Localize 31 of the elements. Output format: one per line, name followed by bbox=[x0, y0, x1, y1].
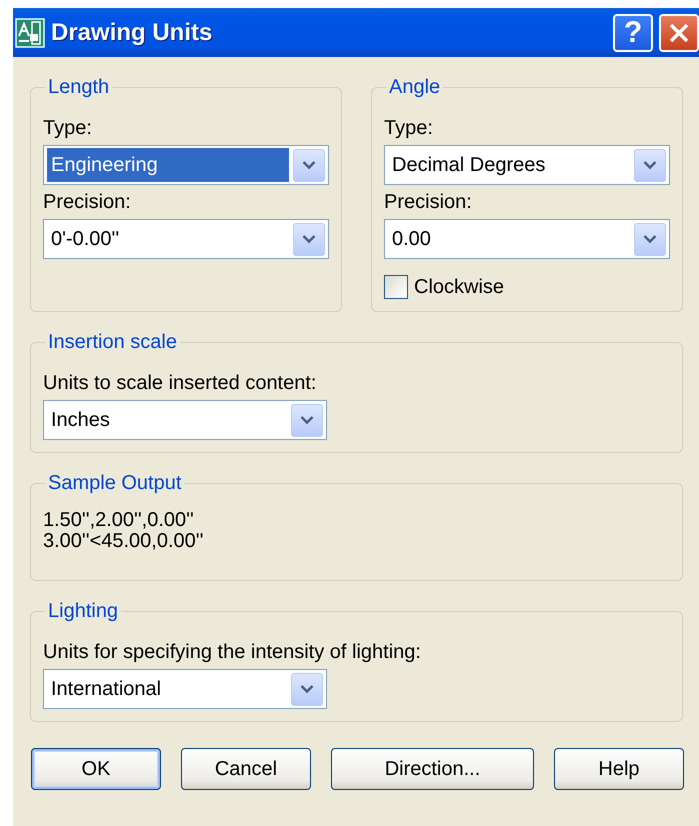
checkbox-label: Clockwise bbox=[414, 276, 504, 298]
dropdown[interactable]: 0'-0.00'' bbox=[43, 219, 329, 259]
field-label: Units to scale inserted content: bbox=[43, 372, 318, 395]
dropdown[interactable]: Decimal Degrees bbox=[384, 145, 670, 185]
dropdown-value: 0'-0.00'' bbox=[50, 226, 120, 252]
field-label: Units for specifying the intensity of lighting: bbox=[43, 641, 422, 664]
dialog-button[interactable]: Cancel bbox=[181, 748, 311, 790]
field-label: Type: bbox=[384, 117, 434, 140]
field-label: Precision: bbox=[43, 191, 132, 214]
close-icon bbox=[668, 22, 690, 44]
dropdown-value: Inches bbox=[50, 408, 111, 432]
dropdown-value: 0.00 bbox=[391, 226, 432, 252]
dialog-button[interactable]: Direction... bbox=[331, 748, 534, 790]
dropdown[interactable]: International bbox=[43, 669, 327, 709]
dropdown-value: Engineering bbox=[47, 148, 289, 182]
dropdown-value: Decimal Degrees bbox=[391, 152, 546, 178]
field-label: Precision: bbox=[384, 191, 473, 214]
app-icon bbox=[15, 18, 45, 48]
dropdown[interactable]: Engineering bbox=[43, 145, 329, 185]
dialog-button[interactable]: Help bbox=[554, 748, 684, 790]
dropdown-value: International bbox=[50, 676, 162, 702]
help-button[interactable]: ? bbox=[613, 14, 653, 52]
sample-output-line: 1.50'',2.00'',0.00'' bbox=[43, 510, 195, 531]
field-label: Type: bbox=[43, 117, 93, 140]
clockwise-checkbox[interactable] bbox=[384, 275, 408, 299]
close-button[interactable] bbox=[659, 14, 699, 52]
dropdown[interactable]: 0.00 bbox=[384, 219, 670, 259]
sample-output-line: 3.00''<45.00,0.00'' bbox=[43, 531, 204, 552]
dropdown[interactable]: Inches bbox=[43, 400, 327, 440]
dialog-button[interactable]: OK bbox=[31, 748, 161, 790]
window-title: Drawing Units bbox=[51, 18, 214, 46]
